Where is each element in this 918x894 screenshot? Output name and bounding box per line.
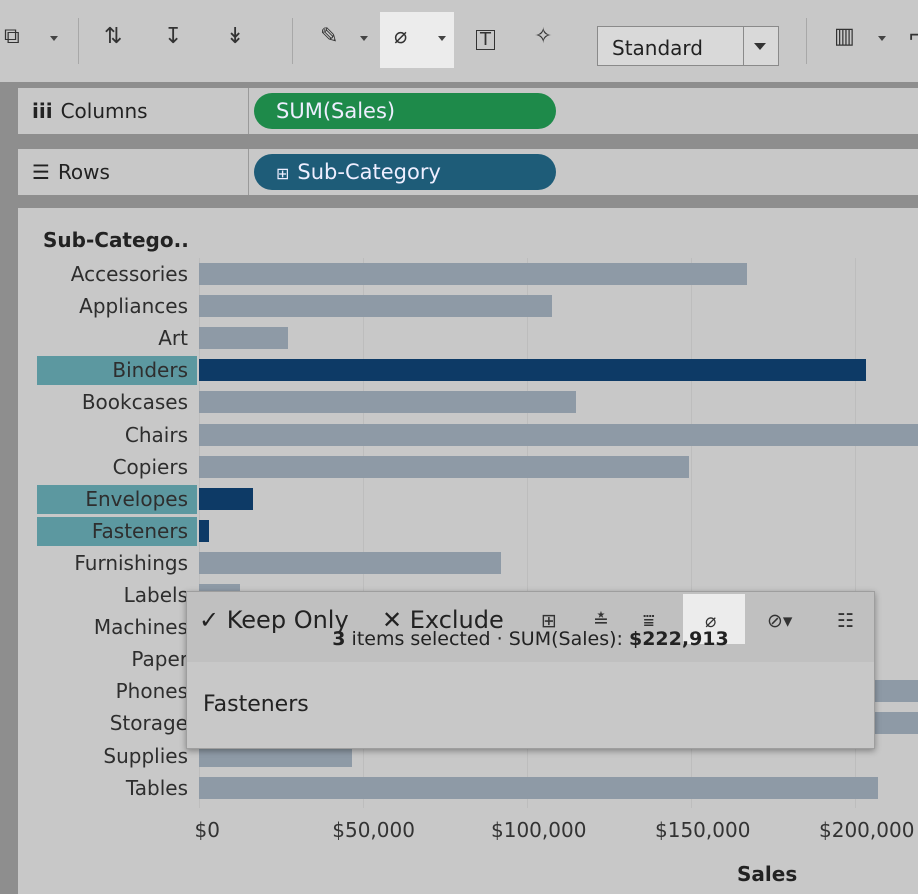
x-tick-label: $200,000	[819, 818, 915, 842]
x-tick-label: $100,000	[491, 818, 587, 842]
category-label[interactable]: Supplies	[40, 741, 188, 771]
tooltip-body: Fasteners	[187, 662, 874, 748]
bar[interactable]	[199, 776, 878, 799]
category-label[interactable]: Labels	[40, 580, 188, 610]
category-label[interactable]: Chairs	[40, 420, 188, 450]
tooltip-item: Fasteners	[203, 692, 309, 717]
bar[interactable]	[199, 263, 747, 285]
tooltip-command-bar: ✓ Keep Only ✕ Exclude ⊞ ≛ ⩸ ⌀ ⊘▾ ☷ 3 ite…	[187, 592, 874, 662]
category-label[interactable]: Furnishings	[40, 548, 188, 578]
category-label[interactable]: Bookcases	[40, 387, 188, 417]
category-label[interactable]: Phones	[40, 676, 188, 706]
x-tick-label: $150,000	[655, 818, 751, 842]
bar[interactable]	[199, 551, 501, 574]
bar[interactable]	[199, 487, 254, 510]
bar[interactable]	[199, 391, 577, 414]
bar[interactable]	[199, 359, 867, 382]
bar[interactable]	[199, 327, 288, 350]
selection-summary: 3 items selected · SUM(Sales): $222,913	[332, 628, 729, 650]
x-axis-title: Sales	[737, 862, 798, 886]
x-tick-label: $0	[194, 818, 220, 842]
bar[interactable]	[199, 519, 209, 542]
bar-chart: $0 $50,000 $100,000 $150,000 $200,000 Accesso…	[0, 0, 918, 894]
x-tick-label: $50,000	[332, 818, 415, 842]
category-label[interactable]: Storage	[40, 708, 188, 738]
category-label[interactable]: Paper	[40, 644, 188, 674]
category-label[interactable]: Binders	[40, 355, 188, 385]
category-label[interactable]: Envelopes	[40, 484, 188, 514]
category-label[interactable]: Copiers	[40, 452, 188, 482]
category-label[interactable]: Fasteners	[40, 516, 188, 546]
bar[interactable]	[199, 295, 552, 318]
bar[interactable]	[199, 455, 690, 478]
category-label[interactable]: Art	[40, 323, 188, 353]
selection-tooltip: ✓ Keep Only ✕ Exclude ⊞ ≛ ⩸ ⌀ ⊘▾ ☷ 3 ite…	[186, 591, 875, 749]
category-label[interactable]: Tables	[40, 773, 188, 803]
bar[interactable]	[199, 423, 918, 446]
category-label[interactable]: Appliances	[40, 291, 188, 321]
category-label[interactable]: Machines	[40, 612, 188, 642]
category-label[interactable]: Accessories	[40, 259, 188, 289]
